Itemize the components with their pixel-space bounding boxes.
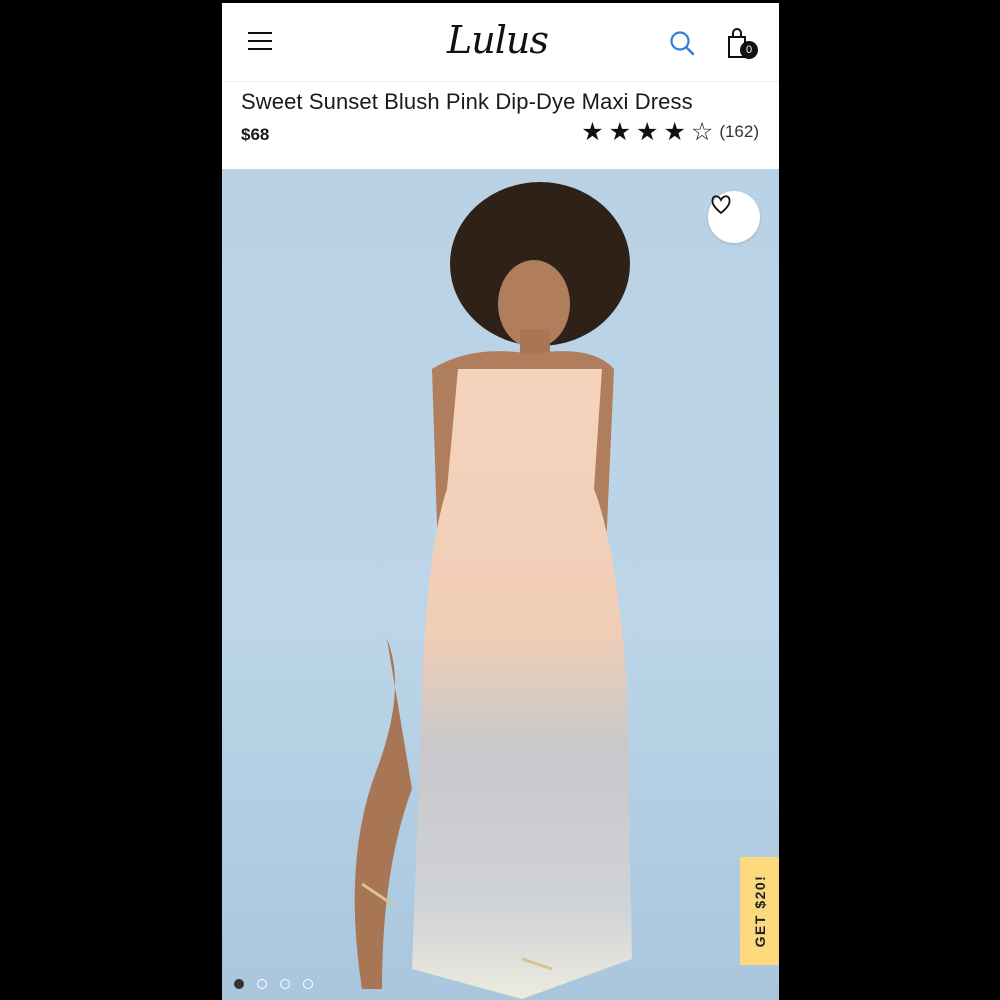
star-icon: ★ (581, 118, 604, 146)
lulus-logo[interactable]: Lulus (447, 17, 549, 63)
gallery-dot[interactable] (257, 979, 267, 989)
gallery-dot[interactable] (280, 979, 290, 989)
star-icon: ★ (663, 118, 686, 146)
model-illustration (354, 182, 632, 999)
heart-icon (711, 195, 731, 215)
product-summary: Sweet Sunset Blush Pink Dip-Dye Maxi Dre… (222, 83, 779, 169)
star-icon: ★ (608, 118, 632, 146)
product-title: Sweet Sunset Blush Pink Dip-Dye Maxi Dre… (241, 89, 693, 114)
review-count: (162) (719, 122, 759, 141)
gallery-pagination (234, 979, 326, 989)
product-price: $68 (241, 125, 270, 144)
search-icon[interactable] (669, 30, 695, 56)
star-icon: ★ (636, 118, 659, 146)
cart-count-badge: 0 (740, 41, 758, 59)
mobile-viewport: Lulus 0 Sweet Sunset Blush Pink Dip-Dye … (222, 3, 779, 1000)
gallery-dot[interactable] (234, 979, 244, 989)
rating-summary[interactable]: ★ ★ ★ ★ ☆ (162) (576, 119, 759, 145)
top-navigation-bar: Lulus 0 (222, 3, 779, 82)
product-image[interactable]: GET $20! (222, 169, 779, 1000)
menu-icon[interactable] (248, 32, 272, 52)
get-20-promo-tab[interactable]: GET $20! (740, 857, 779, 965)
favorite-heart-button[interactable] (708, 191, 760, 243)
gallery-dot[interactable] (303, 979, 313, 989)
promo-label: GET $20! (751, 874, 768, 948)
star-outline-icon: ☆ (690, 118, 714, 146)
